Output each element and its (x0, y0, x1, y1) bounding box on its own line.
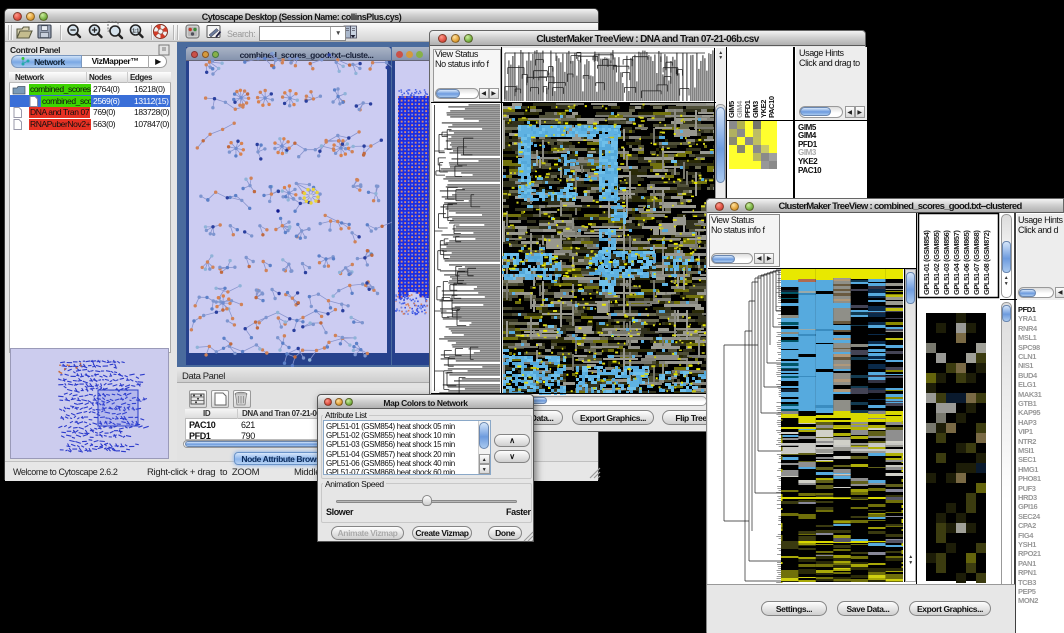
svg-text:1:1: 1:1 (132, 28, 139, 34)
